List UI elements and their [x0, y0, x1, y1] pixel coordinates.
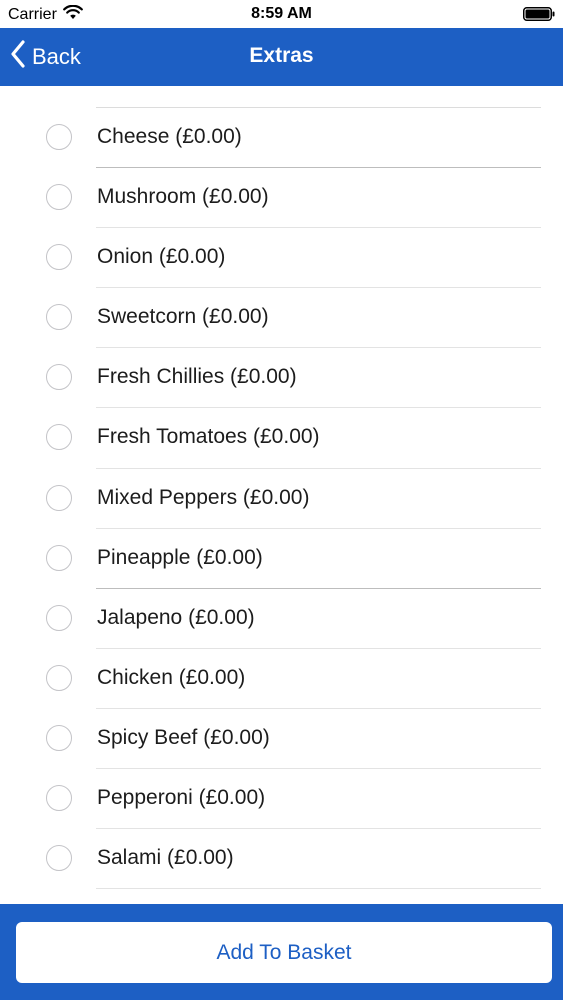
- extra-option-label: Onion (£0.00): [97, 245, 226, 269]
- radio-circle-icon[interactable]: [46, 664, 72, 691]
- extra-option-label: Pineapple (£0.00): [97, 545, 263, 569]
- extra-option-label: Chicken (£0.00): [97, 665, 246, 689]
- list-item[interactable]: Pineapple (£0.00): [0, 529, 563, 589]
- list-item[interactable]: Onion (£0.00): [0, 228, 563, 289]
- list-item[interactable]: Fresh Chillies (£0.00): [0, 348, 563, 409]
- radio-circle-icon[interactable]: [46, 304, 72, 331]
- extra-option-label: Sweetcorn (£0.00): [97, 305, 269, 329]
- add-to-basket-button[interactable]: Add To Basket: [16, 922, 552, 983]
- list-item[interactable]: Chicken (£0.00): [0, 649, 563, 709]
- list-item[interactable]: Salami (£0.00): [0, 829, 563, 890]
- radio-circle-icon[interactable]: [46, 785, 72, 812]
- list-item[interactable]: Mushroom (£0.00): [0, 168, 563, 229]
- list-item[interactable]: Spicy Beef (£0.00): [0, 709, 563, 770]
- radio-circle-icon[interactable]: [46, 724, 72, 751]
- page-title: Extras: [249, 44, 314, 67]
- extra-option-label: Pepperoni (£0.00): [97, 786, 266, 810]
- extras-rows: Cheese (£0.00) Mushroom (£0.00) Onion (£0.…: [0, 108, 563, 890]
- bottom-bar: Add To Basket: [0, 904, 563, 1000]
- list-item[interactable]: Jalapeno (£0.00): [0, 589, 563, 649]
- list-item[interactable]: Mixed Peppers (£0.00): [0, 469, 563, 529]
- navigation-bar: Back Extras: [0, 28, 563, 86]
- list-item[interactable]: Sweetcorn (£0.00): [0, 288, 563, 349]
- status-time: 8:59 AM: [251, 5, 312, 22]
- radio-circle-icon[interactable]: [46, 544, 72, 571]
- radio-circle-icon[interactable]: [46, 124, 72, 150]
- list-item[interactable]: Pepperoni (£0.00): [0, 769, 563, 830]
- battery-icon: [523, 7, 555, 21]
- row-divider: [96, 888, 541, 890]
- extras-list[interactable]: Cheese (£0.00) Mushroom (£0.00) Onion (£0.…: [0, 86, 563, 904]
- radio-circle-icon[interactable]: [46, 424, 72, 451]
- radio-circle-icon[interactable]: [46, 484, 72, 511]
- extra-option-label: Fresh Chillies (£0.00): [97, 365, 297, 389]
- radio-circle-icon[interactable]: [46, 845, 72, 872]
- radio-circle-icon[interactable]: [46, 244, 72, 271]
- radio-circle-icon[interactable]: [46, 184, 72, 211]
- extra-option-label: Mushroom (£0.00): [97, 185, 269, 209]
- extra-option-label: Spicy Beef (£0.00): [97, 725, 270, 749]
- list-item[interactable]: Cheese (£0.00): [0, 108, 563, 169]
- extra-option-label: Fresh Tomatoes (£0.00): [97, 425, 320, 449]
- extra-option-label: Mixed Peppers (£0.00): [97, 485, 310, 509]
- radio-circle-icon[interactable]: [46, 364, 72, 391]
- extra-option-label: Cheese (£0.00): [97, 125, 242, 148]
- extra-option-label: Salami (£0.00): [97, 846, 234, 870]
- status-bar: Carrier 8:59 AM: [0, 0, 563, 28]
- extra-option-label: Jalapeno (£0.00): [97, 605, 255, 629]
- list-item[interactable]: Fresh Tomatoes (£0.00): [0, 408, 563, 469]
- radio-circle-icon[interactable]: [46, 604, 72, 631]
